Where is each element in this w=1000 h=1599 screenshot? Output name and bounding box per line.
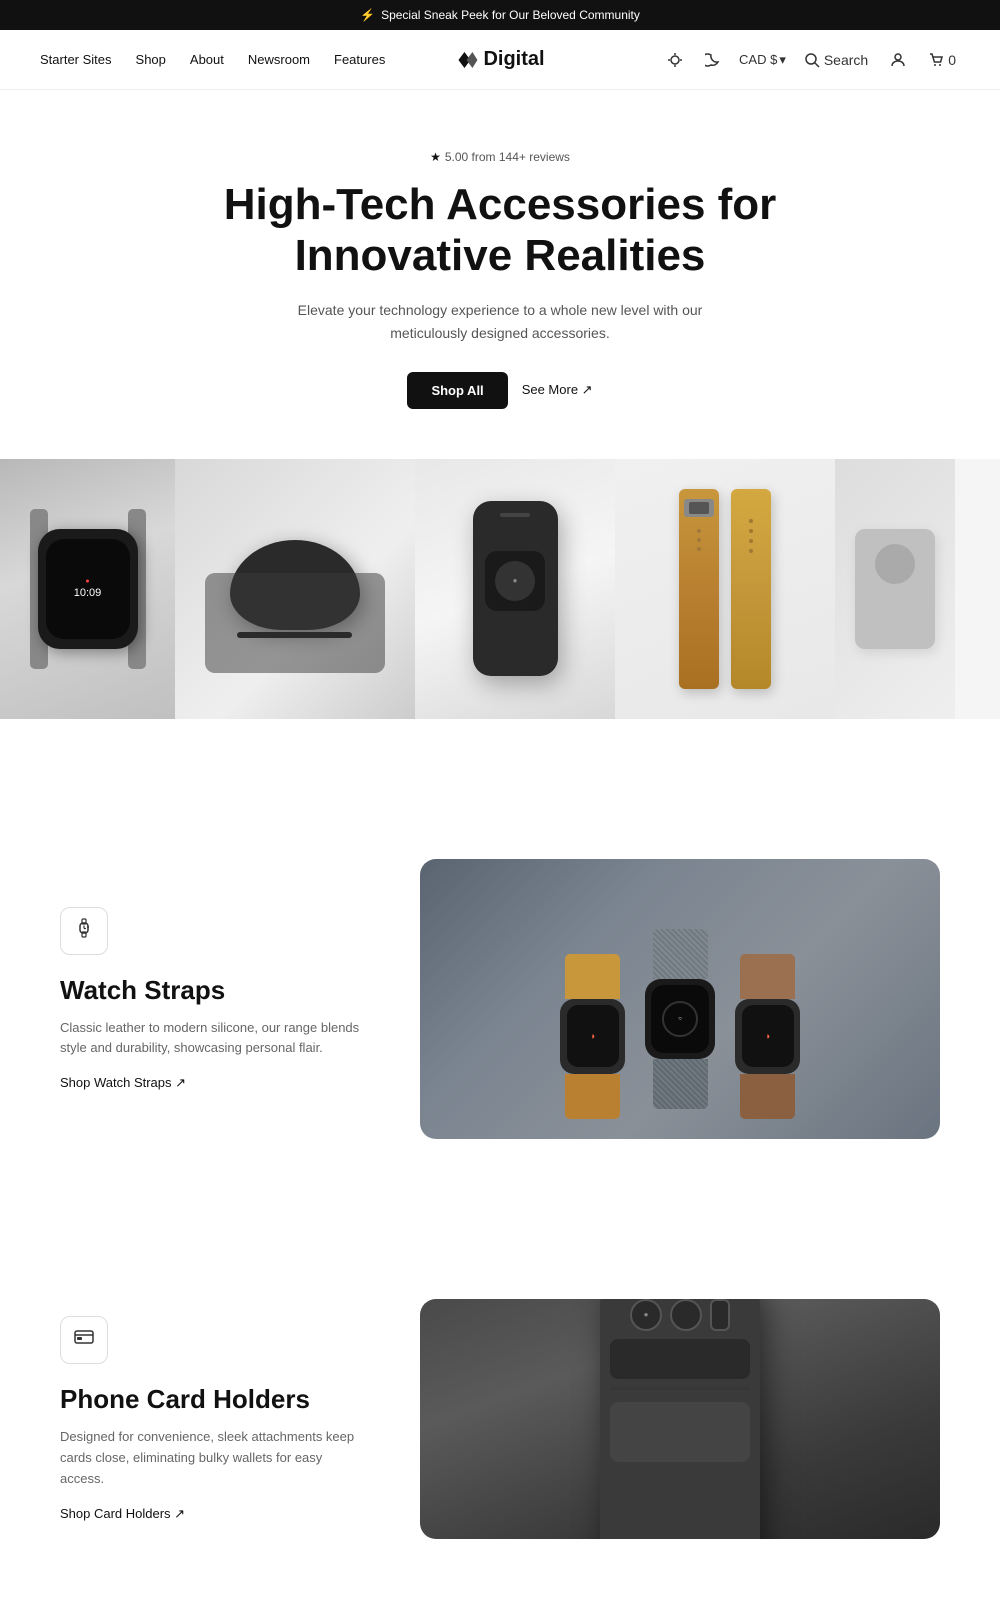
product-gallery-strip: ● 10:09 ● bbox=[0, 459, 1000, 719]
hero-section: ★ 5.00 from 144+ reviews High-Tech Acces… bbox=[0, 90, 1000, 449]
nav-starter-sites[interactable]: Starter Sites bbox=[40, 52, 112, 67]
phone-card-title: Phone Card Holders bbox=[60, 1384, 360, 1415]
watch-straps-section: Watch Straps Classic leather to modern s… bbox=[0, 799, 1000, 1199]
star-icon: ★ bbox=[430, 150, 441, 164]
currency-selector[interactable]: CAD $ ▾ bbox=[739, 52, 786, 68]
logo-text: Digital bbox=[483, 48, 544, 71]
watch-straps-image[interactable]: ◑ ○ ◑ bbox=[420, 859, 940, 1139]
shop-all-button[interactable]: Shop All bbox=[407, 372, 507, 409]
nav-about[interactable]: About bbox=[190, 52, 224, 67]
phone-card-section: Phone Card Holders Designed for convenie… bbox=[0, 1279, 1000, 1599]
main-nav: Starter Sites Shop About Newsroom Featur… bbox=[40, 52, 385, 67]
gallery-item-stand[interactable] bbox=[835, 459, 955, 719]
watch-straps-text: Watch Straps Classic leather to modern s… bbox=[60, 907, 360, 1092]
headline-line1: High-Tech Accessories for bbox=[224, 180, 777, 229]
watch-icon bbox=[73, 917, 95, 945]
gallery-item-watch[interactable]: ● 10:09 bbox=[0, 459, 175, 719]
headline-line2: Innovative Realities bbox=[295, 231, 706, 280]
watch-straps-image-content: ◑ ○ ◑ bbox=[420, 859, 940, 1139]
logo-icon bbox=[455, 49, 477, 71]
phone-card-image-content: ● bbox=[420, 1299, 940, 1539]
gallery-item-phone-case[interactable]: ● bbox=[415, 459, 615, 719]
search-button[interactable]: Search bbox=[800, 48, 872, 72]
header: Starter Sites Shop About Newsroom Featur… bbox=[0, 30, 1000, 90]
phone-card-image[interactable]: ● bbox=[420, 1299, 940, 1539]
nav-newsroom[interactable]: Newsroom bbox=[248, 52, 310, 67]
logo[interactable]: Digital bbox=[455, 48, 544, 71]
card-holder-icon bbox=[73, 1326, 95, 1354]
gallery-item-strap[interactable] bbox=[615, 459, 835, 719]
currency-label: CAD $ bbox=[739, 52, 777, 67]
nav-shop[interactable]: Shop bbox=[136, 52, 166, 67]
light-mode-button[interactable] bbox=[663, 48, 687, 72]
hero-description: Elevate your technology experience to a … bbox=[280, 299, 720, 344]
watch-straps-title: Watch Straps bbox=[60, 975, 360, 1006]
currency-chevron: ▾ bbox=[779, 52, 786, 68]
cart-count: 0 bbox=[948, 52, 956, 68]
account-button[interactable] bbox=[886, 48, 910, 72]
rating-text: 5.00 from 144+ reviews bbox=[445, 150, 570, 164]
header-actions: CAD $ ▾ Search 0 bbox=[663, 48, 960, 72]
phone-card-description: Designed for convenience, sleek attachme… bbox=[60, 1427, 360, 1489]
phone-card-link[interactable]: Shop Card Holders ↗ bbox=[60, 1506, 360, 1522]
bolt-icon: ⚡ bbox=[360, 8, 375, 22]
see-more-button[interactable]: See More ↗ bbox=[522, 382, 593, 398]
hero-headline: High-Tech Accessories for Innovative Rea… bbox=[200, 180, 800, 281]
announcement-text: Special Sneak Peek for Our Beloved Commu… bbox=[381, 8, 640, 22]
nav-features[interactable]: Features bbox=[334, 52, 385, 67]
watch-straps-description: Classic leather to modern silicone, our … bbox=[60, 1018, 360, 1060]
watch-straps-icon-wrap bbox=[60, 907, 108, 955]
cart-button[interactable]: 0 bbox=[924, 48, 960, 72]
hero-cta-group: Shop All See More ↗ bbox=[40, 372, 960, 409]
watch-straps-link[interactable]: Shop Watch Straps ↗ bbox=[60, 1075, 360, 1091]
dark-mode-button[interactable] bbox=[701, 48, 725, 72]
announcement-bar: ⚡ Special Sneak Peek for Our Beloved Com… bbox=[0, 0, 1000, 30]
section-spacer-1 bbox=[0, 719, 1000, 799]
search-label: Search bbox=[824, 52, 868, 68]
rating-bar: ★ 5.00 from 144+ reviews bbox=[40, 150, 960, 164]
phone-card-text: Phone Card Holders Designed for convenie… bbox=[60, 1316, 360, 1521]
phone-card-icon-wrap bbox=[60, 1316, 108, 1364]
section-spacer-2 bbox=[0, 1199, 1000, 1279]
gallery-item-mouse[interactable] bbox=[175, 459, 415, 719]
